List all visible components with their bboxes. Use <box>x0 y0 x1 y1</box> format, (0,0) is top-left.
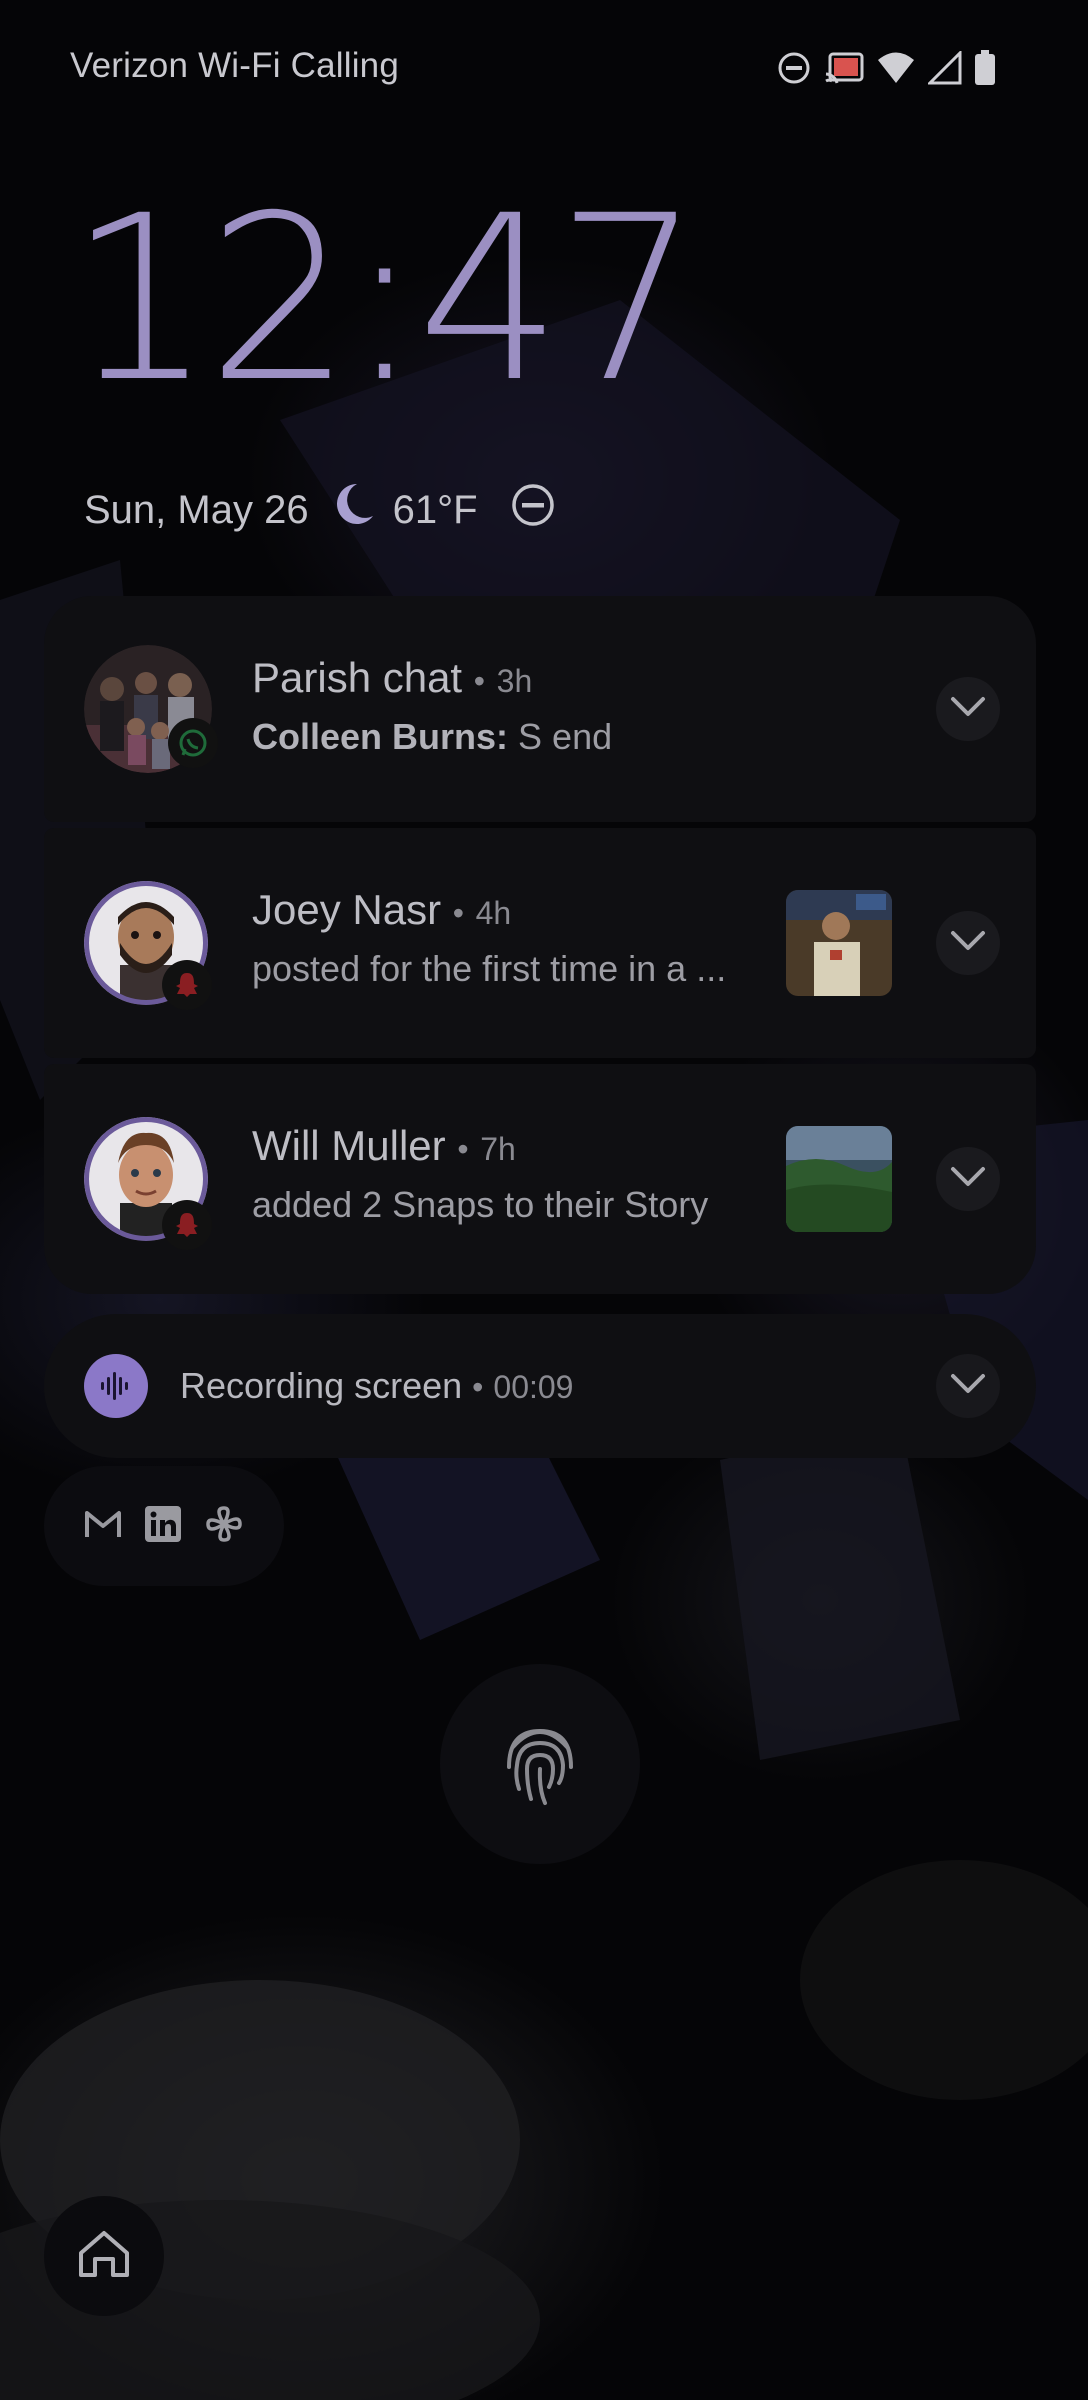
chevron-down-icon <box>950 930 986 957</box>
snap-thumbnail <box>786 890 892 996</box>
separator: • <box>457 1131 469 1167</box>
notification-content: Joey Nasr • 4h posted for the first time… <box>252 886 776 990</box>
pinwheel-icon <box>204 1504 244 1549</box>
expand-button[interactable] <box>936 911 1000 975</box>
notification-time: 3h <box>496 663 533 699</box>
snapchat-icon <box>162 960 212 1010</box>
date-label: Sun, May 26 <box>84 487 309 532</box>
moon-icon <box>331 482 375 538</box>
notification-body: posted for the first time in a ... <box>252 948 727 989</box>
notification-title: Will Muller <box>252 1122 446 1169</box>
notification-title: Joey Nasr <box>252 886 442 933</box>
gmail-icon <box>84 1509 122 1544</box>
do-not-disturb-icon <box>776 50 812 86</box>
home-icon <box>77 2229 131 2284</box>
recording-time: 00:09 <box>493 1369 574 1405</box>
cell-signal-icon <box>928 51 962 85</box>
notification-group: Parish chat • 3h Colleen Burns: S end Jo… <box>44 596 1036 1294</box>
recording-label: Recording screen <box>180 1365 463 1406</box>
temperature-label: 61°F <box>392 487 478 532</box>
notification-title-line: Parish chat • 3h <box>252 654 776 702</box>
do-not-disturb-icon <box>510 482 556 538</box>
notification-title: Parish chat <box>252 654 463 701</box>
expand-button[interactable] <box>936 1354 1000 1418</box>
story-thumbnail <box>786 1126 892 1232</box>
recording-text: Recording screen • 00:09 <box>180 1365 573 1407</box>
lock-clock: 12:47 <box>68 166 701 432</box>
screen-recording-notification[interactable]: Recording screen • 00:09 <box>44 1314 1036 1458</box>
status-icons <box>776 48 996 88</box>
separator: • <box>472 1369 484 1405</box>
fingerprint-sensor[interactable] <box>440 1664 640 1864</box>
sound-wave-icon <box>84 1354 148 1418</box>
chevron-down-icon <box>950 1373 986 1400</box>
carrier-label: Verizon Wi-Fi Calling <box>70 46 400 85</box>
notification-body: added 2 Snaps to their Story <box>252 1184 709 1225</box>
cast-icon <box>824 51 864 85</box>
notification-title-line: Joey Nasr • 4h <box>252 886 776 934</box>
chevron-down-icon <box>950 696 986 723</box>
whatsapp-icon <box>168 718 218 768</box>
separator: • <box>473 663 485 699</box>
separator: • <box>452 895 464 931</box>
notification-joey-nasr[interactable]: Joey Nasr • 4h posted for the first time… <box>44 828 1036 1058</box>
notification-icon-shelf[interactable] <box>44 1466 284 1586</box>
lock-screen: Verizon Wi-Fi Calling 12:47 Sun, May 26 <box>0 0 1088 2400</box>
notification-parish-chat[interactable]: Parish chat • 3h Colleen Burns: S end <box>44 596 1036 822</box>
notification-content: Will Muller • 7h added 2 Snaps to their … <box>252 1122 776 1226</box>
notification-title-line: Will Muller • 7h <box>252 1122 776 1170</box>
expand-button[interactable] <box>936 677 1000 741</box>
wifi-icon <box>876 51 916 85</box>
notification-time: 4h <box>475 895 512 931</box>
expand-button[interactable] <box>936 1147 1000 1211</box>
home-controls-shortcut[interactable] <box>44 2196 164 2316</box>
date-weather-row[interactable]: Sun, May 26 61°F <box>84 482 556 538</box>
linkedin-icon <box>144 1505 182 1548</box>
message-sender: Colleen Burns: <box>252 716 509 757</box>
notification-body: Colleen Burns: S end <box>252 716 776 758</box>
notification-time: 7h <box>480 1131 516 1167</box>
snapchat-icon <box>162 1200 212 1250</box>
chevron-down-icon <box>950 1166 986 1193</box>
status-bar: Verizon Wi-Fi Calling <box>0 0 1088 130</box>
battery-icon <box>974 50 996 86</box>
notification-content: Parish chat • 3h Colleen Burns: S end <box>252 654 776 758</box>
fingerprint-icon <box>505 1717 575 1812</box>
message-text: S end <box>518 716 613 757</box>
notification-will-muller[interactable]: Will Muller • 7h added 2 Snaps to their … <box>44 1064 1036 1294</box>
